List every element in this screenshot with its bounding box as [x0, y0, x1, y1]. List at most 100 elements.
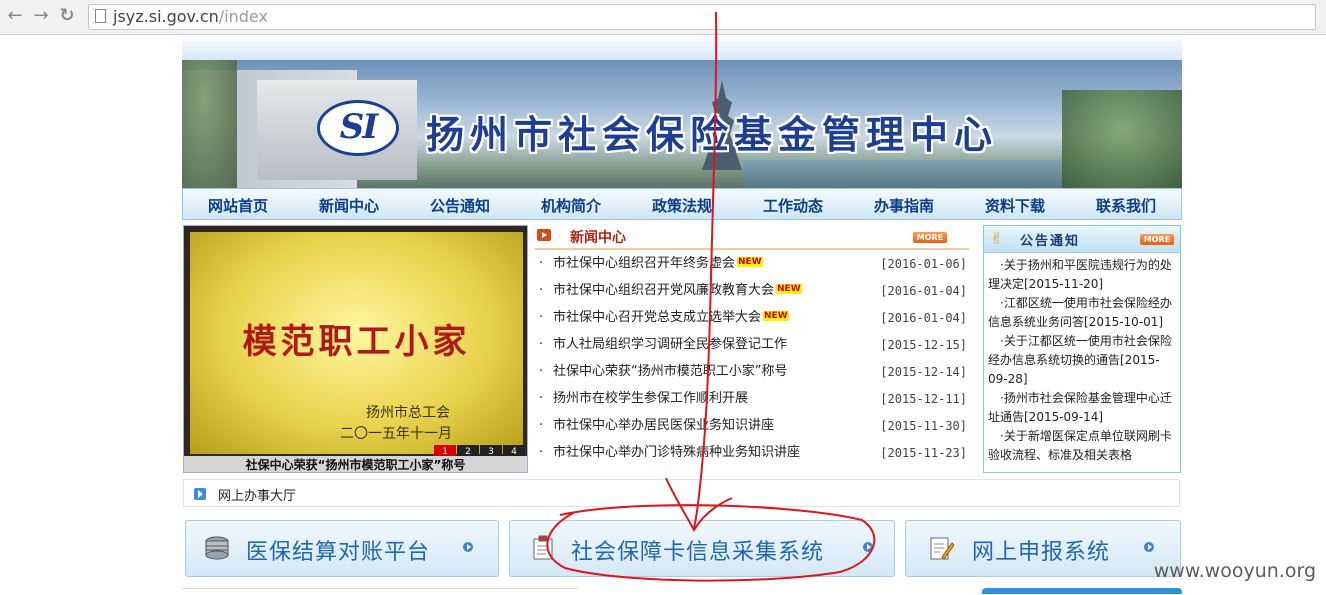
news-item-date: [2015-12-15]	[880, 338, 967, 352]
nav-about[interactable]: 机构简介	[541, 195, 601, 216]
notice-item[interactable]: ·关于江都区统一使用市社会保险经办信息系统切换的通告[2015-09-28]	[988, 332, 1174, 389]
notice-item[interactable]: ·扬州市社会保险基金管理中心迁址通告[2015-09-14]	[988, 389, 1174, 427]
notice-item[interactable]: ·关于新增医保定点单位联网刷卡验收流程、标准及相关表格	[988, 427, 1174, 465]
play-arrow-icon	[537, 229, 551, 241]
service-online-declaration[interactable]: 网上申报系统	[905, 520, 1181, 577]
news-more-button[interactable]: MORE	[913, 232, 947, 243]
news-item[interactable]: · 市人社局组织学习调研全民参保登记工作 [2015-12-15]	[535, 334, 969, 361]
notice-panel: ✌ 公告通知 MORE ·关于扬州和平医院违规行为的处理决定[2015-11-2…	[983, 225, 1181, 473]
news-item[interactable]: · 扬州市在校学生参保工作顺利开展 [2015-12-11]	[535, 388, 969, 415]
nav-home[interactable]: 网站首页	[208, 195, 268, 216]
banner-willow-image	[182, 60, 237, 188]
nav-policy[interactable]: 政策法规	[652, 195, 712, 216]
url-path: /index	[218, 7, 268, 26]
news-item-title: 社保中心荣获“扬州市模范职工小家”称号	[553, 364, 788, 379]
news-item-date: [2015-12-14]	[880, 365, 967, 379]
news-item-title: 市人社局组织学习调研全民参保登记工作	[553, 337, 788, 352]
site-page: SI 扬州市社会保险基金管理中心 网站首页 新闻中心 公告通知 机构简介 政策法…	[182, 35, 1182, 594]
play-arrow-icon	[194, 488, 206, 500]
address-bar[interactable]: jsyz.si.gov.cn/index	[88, 4, 1316, 30]
news-item-title: 市社保中心举办门诊特殊病种业务知识讲座	[553, 445, 801, 460]
news-panel: 新闻中心 MORE · 市社保中心组织召开年终务虚会 NEW [2016-01-06]…	[535, 225, 969, 475]
logo-text: SI	[339, 107, 378, 147]
news-item-title: 市社保中心举办居民医保业务知识讲座	[553, 418, 775, 433]
bullet-icon: ·	[539, 364, 544, 379]
bell-icon: ✌	[990, 229, 1004, 248]
page-icon	[95, 9, 106, 23]
service-label: 医保结算对账平台	[246, 540, 431, 565]
blue-tab	[982, 588, 1182, 594]
top-strip	[182, 35, 1182, 60]
service-medical-settlement[interactable]: 医保结算对账平台	[185, 520, 499, 577]
news-header: 新闻中心 MORE	[535, 225, 969, 250]
bullet-icon: ·	[539, 418, 544, 433]
new-badge: NEW	[737, 257, 763, 267]
notice-item[interactable]: ·关于扬州和平医院违规行为的处理决定[2015-11-20]	[988, 256, 1174, 294]
site-title: 扬州市社会保险基金管理中心	[426, 112, 999, 157]
notice-header: ✌ 公告通知 MORE	[984, 226, 1180, 253]
bullet-icon: ·	[539, 310, 544, 325]
si-logo: SI	[317, 100, 399, 156]
plaque-title: 模范职工小家	[242, 322, 471, 362]
service-social-card[interactable]: 社会保障卡信息采集系统	[509, 520, 895, 577]
news-item-date: [2016-01-06]	[880, 257, 967, 271]
news-item-title: 市社保中心组织召开年终务虚会 NEW	[553, 256, 763, 271]
news-item-date: [2016-01-04]	[880, 284, 967, 298]
news-item[interactable]: · 市社保中心举办居民医保业务知识讲座 [2015-11-30]	[535, 415, 969, 442]
bottom-row	[182, 588, 1182, 594]
bullet-icon: ·	[539, 391, 544, 406]
bullet-icon: ·	[539, 337, 544, 352]
photo-caption[interactable]: 社保中心荣获“扬州市模范职工小家”称号	[184, 456, 527, 472]
service-label: 社会保障卡信息采集系统	[571, 540, 825, 565]
arrow-right-icon	[1144, 542, 1154, 552]
arrow-right-icon	[463, 542, 473, 552]
news-item-date: [2015-12-11]	[880, 392, 967, 406]
form-edit-icon	[930, 537, 954, 560]
nav-notices[interactable]: 公告通知	[430, 195, 490, 216]
nav-contact[interactable]: 联系我们	[1096, 195, 1156, 216]
photo-slider[interactable]: 模范职工小家 扬州市总工会 二〇一五年十一月 1234 社保中心荣获“扬州市模范…	[183, 225, 528, 473]
news-item-date: [2015-11-30]	[880, 419, 967, 433]
clipboard-icon	[533, 535, 553, 560]
plaque-org: 扬州市总工会	[366, 405, 450, 421]
new-badge: NEW	[763, 311, 789, 321]
url-text: jsyz.si.gov.cn/index	[113, 7, 268, 26]
news-item-title: 市社保中心召开党总支成立选举大会 NEW	[553, 310, 789, 325]
site-banner: SI 扬州市社会保险基金管理中心	[182, 60, 1182, 188]
service-label: 网上申报系统	[972, 540, 1111, 565]
notice-title: 公告通知	[1020, 234, 1081, 249]
online-hall-title: 网上办事大厅	[218, 489, 297, 504]
news-item[interactable]: · 市社保中心举办门诊特殊病种业务知识讲座 [2015-11-23]	[535, 442, 969, 469]
notice-more-button[interactable]: MORE	[1140, 234, 1174, 245]
news-title: 新闻中心	[570, 230, 626, 246]
notice-item[interactable]: ·江都区统一使用市社会保险经办信息系统业务问答[2015-10-01]	[988, 294, 1174, 332]
database-icon	[205, 536, 229, 560]
plaque-image: 模范职工小家 扬州市总工会 二〇一五年十一月	[190, 232, 523, 454]
news-list: · 市社保中心组织召开年终务虚会 NEW [2016-01-06] · 市社保中心组织召开…	[535, 253, 969, 469]
nav-downloads[interactable]: 资料下载	[985, 195, 1045, 216]
news-item[interactable]: · 社保中心荣获“扬州市模范职工小家”称号 [2015-12-14]	[535, 361, 969, 388]
bullet-icon: ·	[539, 256, 544, 271]
news-item-title: 市社保中心组织召开党风廉政教育大会 NEW	[553, 283, 802, 298]
news-item-date: [2016-01-04]	[880, 311, 967, 325]
url-host: jsyz.si.gov.cn	[113, 7, 219, 26]
reload-icon[interactable]: ↻	[56, 5, 78, 27]
news-item[interactable]: · 市社保中心组织召开党风廉政教育大会 NEW [2016-01-04]	[535, 280, 969, 307]
slider-pager: 1234	[433, 439, 525, 459]
bullet-icon: ·	[539, 445, 544, 460]
news-item[interactable]: · 市社保中心召开党总支成立选举大会 NEW [2016-01-04]	[535, 307, 969, 334]
back-arrow-icon[interactable]: ←	[4, 5, 26, 27]
online-hall-header: 网上办事大厅	[183, 479, 1180, 507]
browser-toolbar: ← → ↻ jsyz.si.gov.cn/index	[0, 0, 1326, 35]
bullet-icon: ·	[539, 283, 544, 298]
banner-trees-image	[1062, 90, 1182, 188]
forward-arrow-icon[interactable]: →	[30, 5, 52, 27]
news-item[interactable]: · 市社保中心组织召开年终务虚会 NEW [2016-01-06]	[535, 253, 969, 280]
arrow-right-icon	[863, 542, 873, 552]
nav-news[interactable]: 新闻中心	[319, 195, 379, 216]
news-item-title: 扬州市在校学生参保工作顺利开展	[553, 391, 749, 406]
new-badge: NEW	[776, 284, 802, 294]
nav-guide[interactable]: 办事指南	[874, 195, 934, 216]
news-item-date: [2015-11-23]	[880, 446, 967, 460]
nav-work-updates[interactable]: 工作动态	[763, 195, 823, 216]
